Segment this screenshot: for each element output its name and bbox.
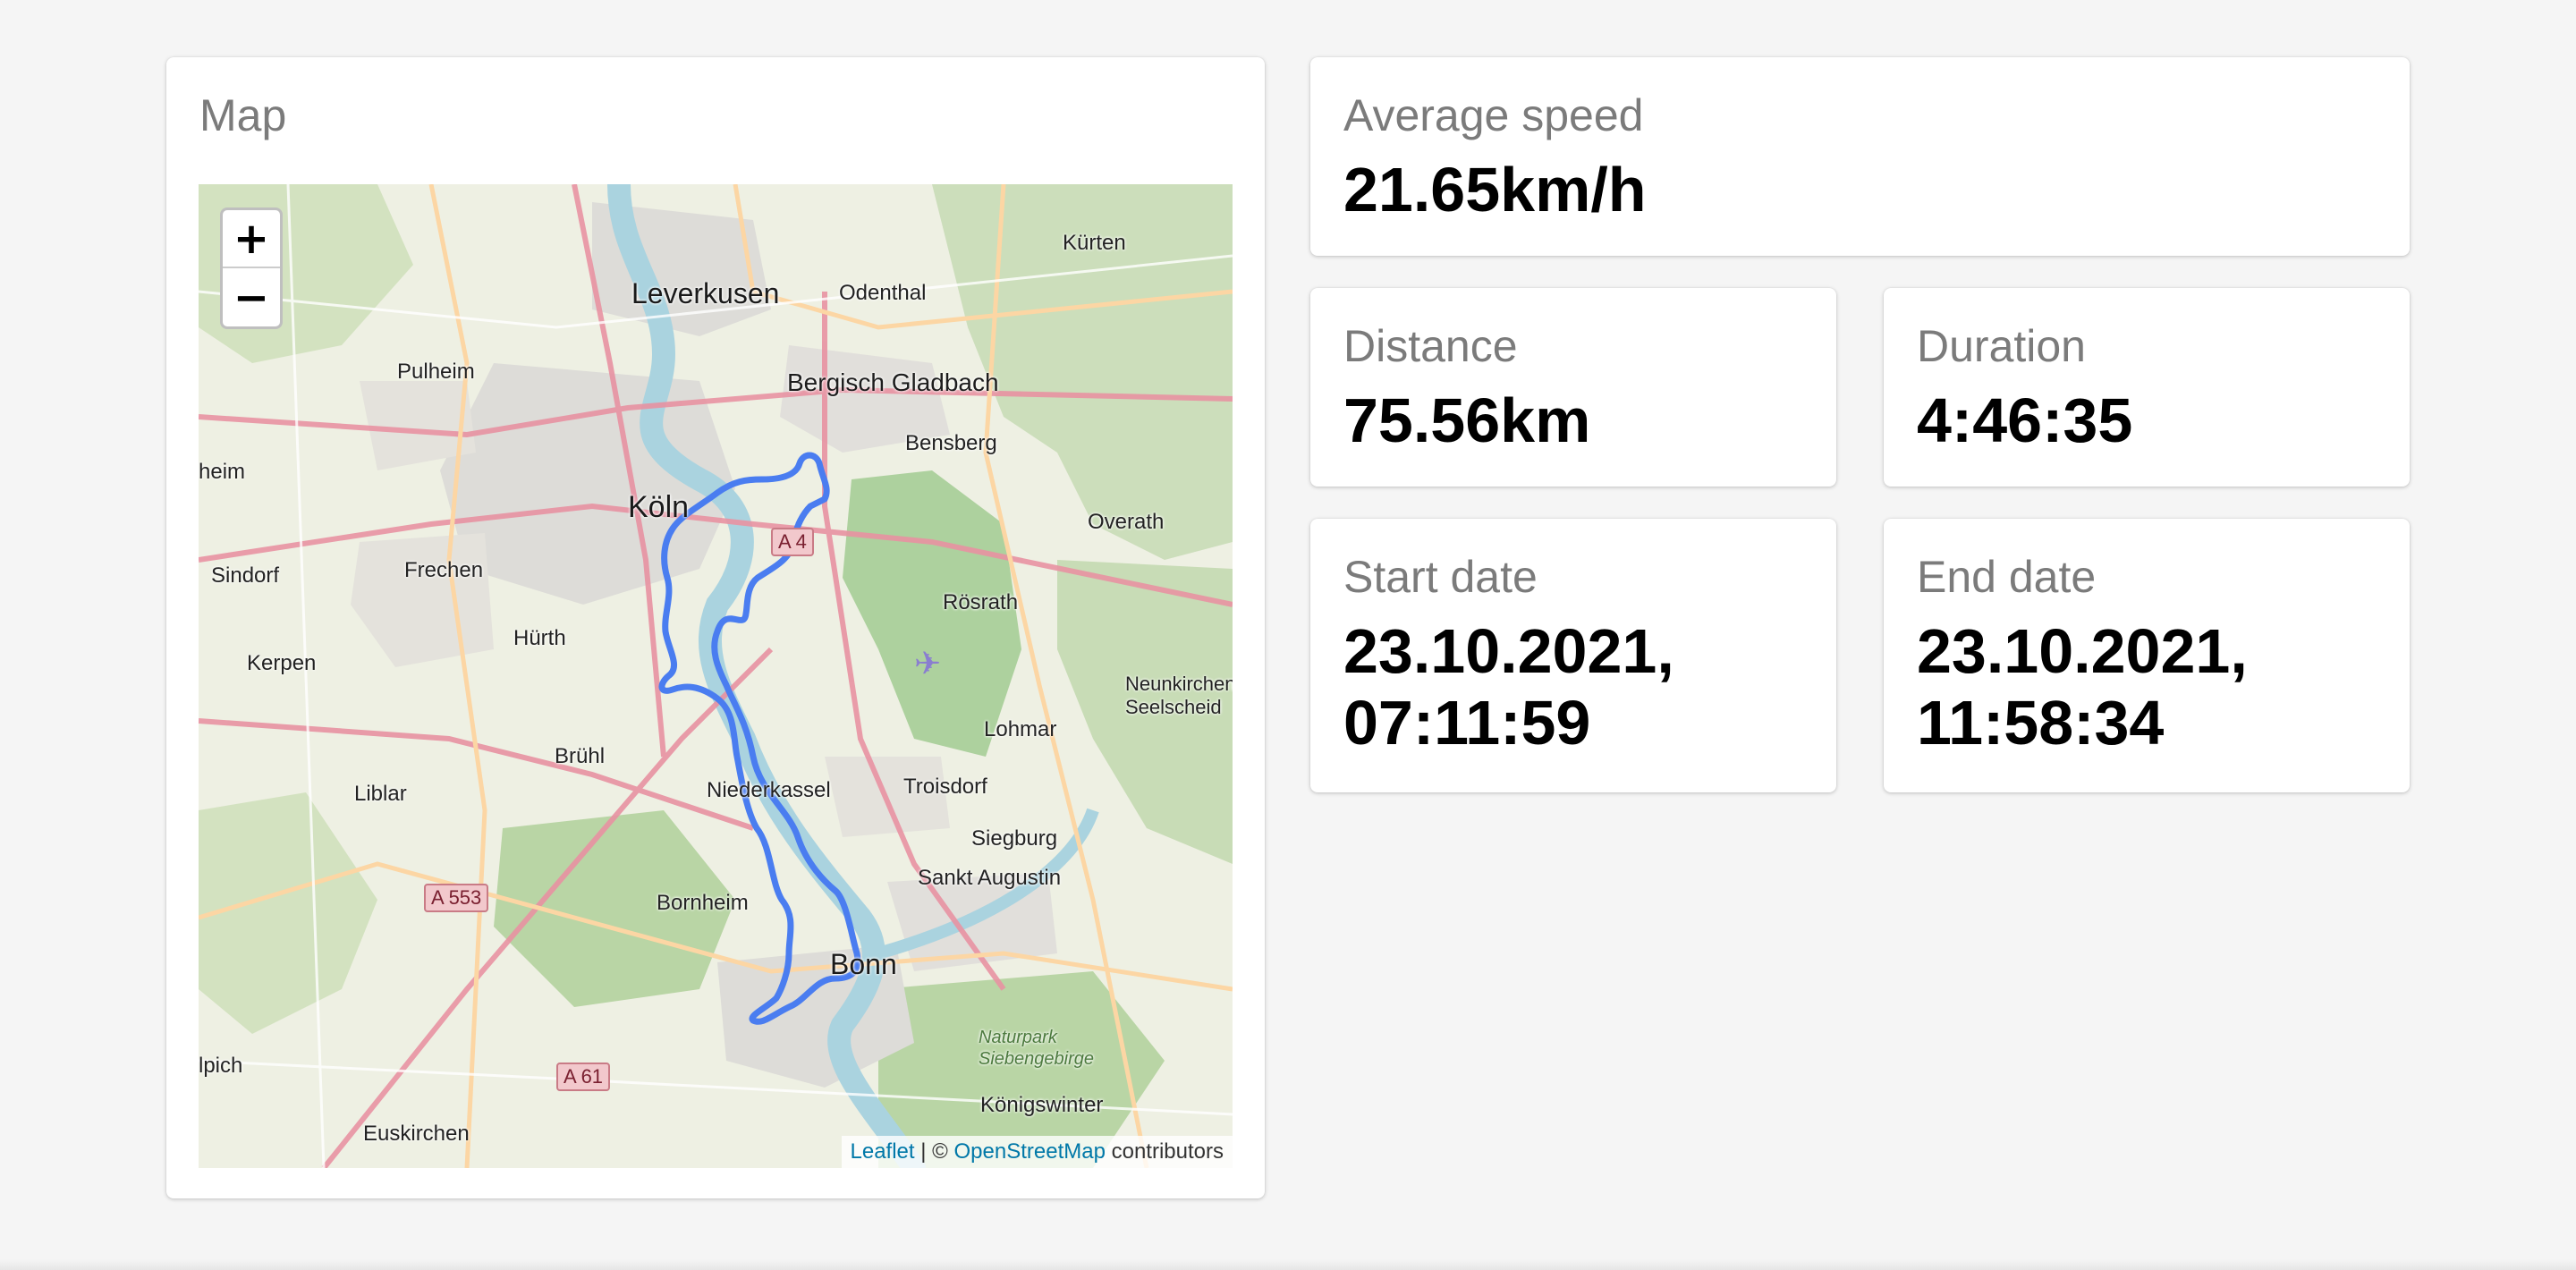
distance-value: 75.56km: [1343, 385, 1591, 455]
map-label: Lohmar: [984, 717, 1057, 741]
end-date-card: End date 23.10.2021, 11:58:34: [1884, 519, 2410, 792]
start-date-label: Start date: [1343, 552, 1538, 602]
duration-card: Duration 4:46:35: [1884, 288, 2410, 487]
zoom-control: + −: [220, 207, 283, 329]
map-label: Sindorf: [211, 563, 280, 588]
map-label: Euskirchen: [363, 1122, 470, 1146]
duration-label: Duration: [1917, 321, 2086, 371]
start-date-day: 23.10.2021,: [1343, 616, 1674, 686]
map-label: Naturpark Siebengebirge: [979, 1028, 1094, 1069]
duration-value: 4:46:35: [1917, 385, 2133, 455]
page-bottom-edge: [0, 1259, 2576, 1270]
map-label: Bornheim: [657, 891, 749, 915]
road-shield: A 553: [424, 884, 489, 912]
map-label: Bergisch Gladbach: [787, 368, 999, 396]
map-label: Bensberg: [905, 431, 997, 455]
map-label: Overath: [1088, 510, 1165, 534]
distance-card: Distance 75.56km: [1310, 288, 1836, 487]
start-date-time: 07:11:59: [1343, 688, 1591, 758]
road-shield: A 61: [556, 1063, 611, 1091]
map-label: Pulheim: [397, 360, 475, 384]
svg-text:✈: ✈: [914, 646, 941, 682]
map-label: Brühl: [555, 744, 606, 768]
average-speed-value: 21.65km/h: [1343, 155, 1647, 224]
map-label: Leverkusen: [631, 277, 780, 309]
map-label: Bonn: [830, 948, 897, 980]
map-label: Rösrath: [943, 590, 1019, 614]
map-label: Frechen: [404, 558, 484, 582]
map-card: Map ✈ Leverkusen Odenthal Kürten Bergisc…: [166, 57, 1265, 1198]
map-label: Sankt Augustin: [918, 866, 1062, 890]
average-speed-card: Average speed 21.65km/h: [1310, 57, 2410, 256]
map-label: Hürth: [513, 626, 566, 650]
map-label: Kerpen: [247, 651, 317, 675]
map-label: Königswinter: [980, 1093, 1104, 1117]
end-date-time: 11:58:34: [1917, 688, 2165, 758]
attribution-separator: | ©: [914, 1139, 954, 1164]
map-label: Köln: [628, 490, 690, 524]
end-date-label: End date: [1917, 552, 2097, 602]
distance-label: Distance: [1343, 321, 1518, 371]
attribution-suffix: contributors: [1105, 1139, 1224, 1164]
start-date-value: 23.10.2021, 07:11:59: [1343, 615, 1674, 758]
leaflet-link[interactable]: Leaflet: [851, 1139, 915, 1164]
map-label: Neunkirchen-Seelscheid: [1125, 673, 1233, 718]
zoom-out-button[interactable]: −: [223, 268, 280, 326]
map-label: Siegburg: [971, 826, 1058, 851]
road-shield: A 4: [771, 528, 814, 556]
map-label: Niederkassel: [707, 778, 831, 802]
map-label: Odenthal: [839, 281, 927, 305]
map-tiles: ✈: [199, 184, 1233, 1168]
end-date-day: 23.10.2021,: [1917, 616, 2248, 686]
average-speed-label: Average speed: [1343, 90, 1644, 140]
map-attribution: Leaflet | © OpenStreetMap contributors: [841, 1136, 1233, 1168]
map-label: Troisdorf: [903, 775, 987, 799]
zoom-in-button[interactable]: +: [223, 210, 280, 268]
start-date-card: Start date 23.10.2021, 07:11:59: [1310, 519, 1836, 792]
map-title: Map: [199, 90, 287, 140]
end-date-value: 23.10.2021, 11:58:34: [1917, 615, 2248, 758]
map-view[interactable]: ✈ Leverkusen Odenthal Kürten Bergisch Gl…: [199, 184, 1233, 1168]
map-label: Kürten: [1063, 231, 1126, 255]
map-label: heim: [199, 460, 246, 484]
openstreetmap-link[interactable]: OpenStreetMap: [954, 1139, 1106, 1164]
map-label: Liblar: [354, 782, 407, 806]
map-label: lpich: [199, 1054, 243, 1078]
